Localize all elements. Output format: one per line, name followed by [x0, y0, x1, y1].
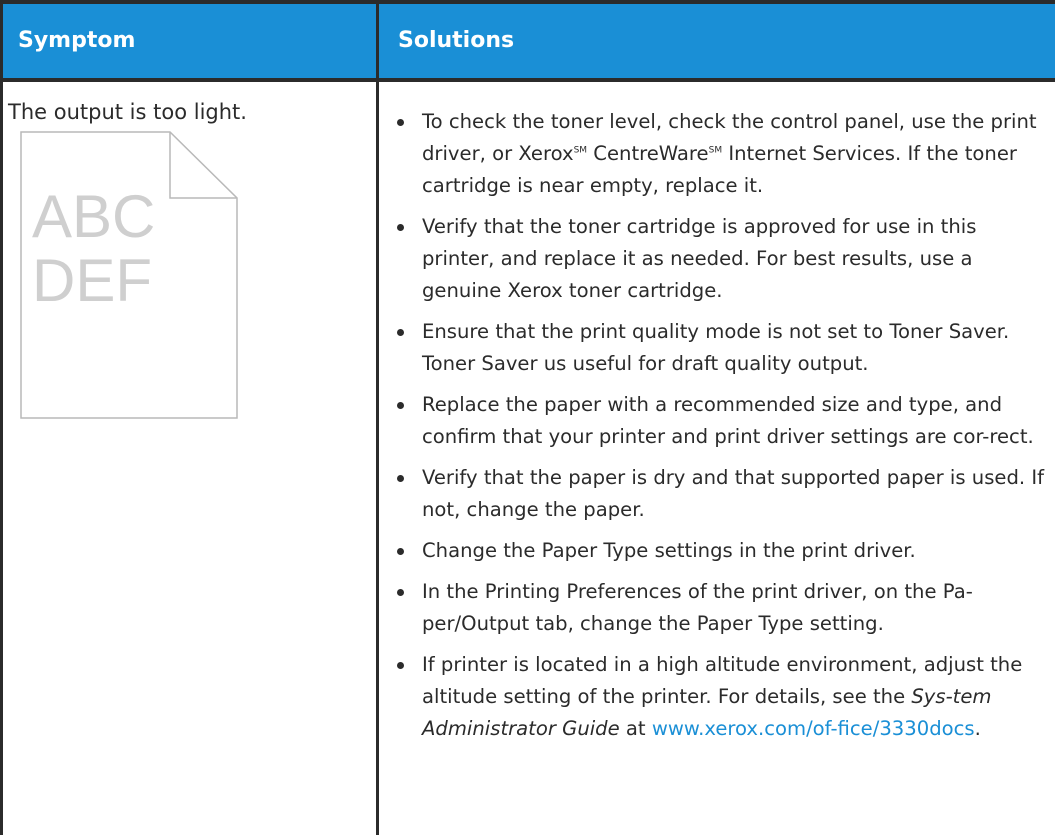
- service-mark: SM: [573, 145, 588, 156]
- solution-text: at: [619, 717, 652, 740]
- header-solutions: Solutions: [398, 28, 515, 53]
- illustration-line-2: DEF: [32, 247, 152, 314]
- table-header-row: Symptom Solutions: [0, 0, 1055, 82]
- header-symptom: Symptom: [18, 28, 136, 53]
- solution-item: Ensure that the print quality mode is no…: [394, 316, 1049, 380]
- solution-text: .: [974, 717, 981, 740]
- symptom-text: The output is too light.: [8, 100, 247, 124]
- docs-link[interactable]: www.xerox.com/of-fice/3330docs: [652, 717, 975, 740]
- troubleshooting-table: Symptom Solutions The output is too ligh…: [0, 0, 1055, 835]
- solution-item: Verify that the paper is dry and that su…: [394, 462, 1049, 526]
- service-mark: SM: [708, 145, 723, 156]
- solution-item: Change the Paper Type settings in the pr…: [394, 535, 1049, 567]
- solution-item: In the Printing Preferences of the print…: [394, 576, 1049, 640]
- solutions-list: To check the toner level, check the cont…: [394, 106, 1049, 754]
- solution-item: To check the toner level, check the cont…: [394, 106, 1049, 202]
- solution-item: Replace the paper with a recommended siz…: [394, 389, 1049, 453]
- illustration-line-1: ABC: [32, 183, 155, 250]
- solution-item: If printer is located in a high altitude…: [394, 649, 1049, 745]
- solution-item: Verify that the toner cartridge is appro…: [394, 211, 1049, 307]
- solution-text: CentreWare: [587, 142, 709, 165]
- light-print-page-illustration: ABC DEF: [20, 131, 238, 419]
- table-left-border: [0, 0, 3, 835]
- column-divider: [376, 0, 379, 835]
